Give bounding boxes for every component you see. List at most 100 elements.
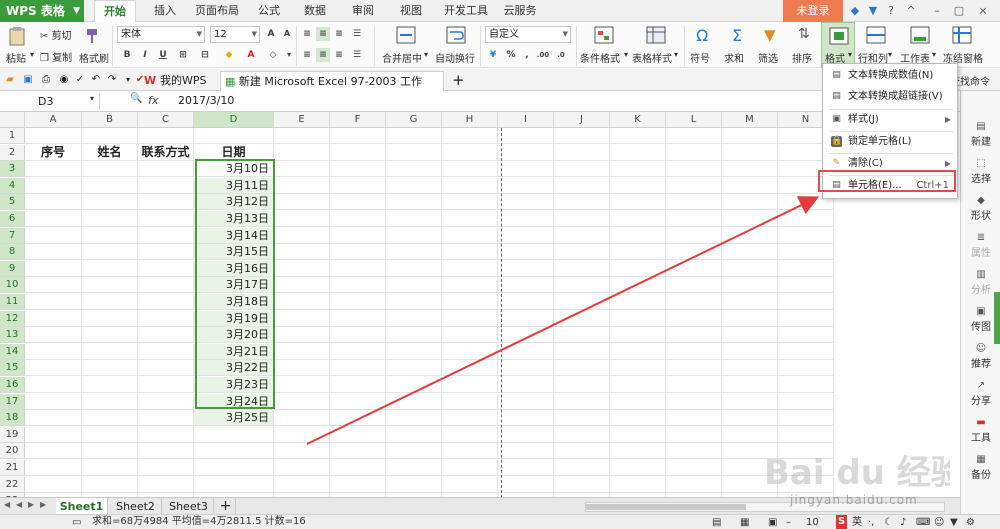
column-header-b[interactable]: B [82, 112, 138, 128]
cell-a5[interactable] [25, 194, 82, 211]
cell-i14[interactable] [498, 343, 554, 360]
minimize-icon[interactable]: – [930, 4, 944, 18]
cell-k5[interactable] [610, 194, 666, 211]
cell-h17[interactable] [442, 393, 498, 410]
cell-n11[interactable] [778, 294, 834, 310]
cell-k9[interactable] [610, 260, 666, 277]
cell-f17[interactable] [330, 393, 386, 410]
cell-k22[interactable] [610, 476, 666, 493]
cell-j12[interactable] [554, 310, 610, 327]
panel-item-share[interactable]: ↗ 分享 [961, 378, 1000, 414]
cell-a14[interactable] [25, 343, 82, 360]
border-icon[interactable]: ⊞ [176, 48, 190, 62]
cell-i11[interactable] [498, 294, 554, 310]
sigma-icon[interactable]: Σ [732, 26, 742, 45]
panel-item-tools[interactable]: ▬ 工具 [961, 415, 1000, 451]
scrollbar-thumb[interactable] [586, 504, 746, 510]
cell-f11[interactable] [330, 294, 386, 310]
menu-item-lock-cell[interactable]: 🔒 锁定单元格(L) [823, 132, 957, 152]
chevron-down-icon[interactable]: ▾ [624, 50, 628, 59]
align-right-icon[interactable]: ≡ [332, 48, 346, 62]
cell-n19[interactable] [778, 426, 834, 443]
column-header-c[interactable]: C [138, 112, 194, 128]
cell-h21[interactable] [442, 460, 498, 476]
cell-n9[interactable] [778, 260, 834, 277]
cell-k8[interactable] [610, 244, 666, 261]
cell-d11[interactable]: 3月18日 [194, 294, 274, 310]
merge-center-button[interactable]: 合并居中 [382, 50, 422, 65]
format-dropdown-button[interactable]: 格式 ▾ [821, 22, 855, 68]
shirt-icon[interactable]: ▼ [950, 516, 958, 529]
tab-review[interactable]: 审阅 [348, 0, 378, 22]
cut-button[interactable]: ✂ 剪切 [40, 27, 72, 42]
sheet-nav-next-icon[interactable]: ▶ [28, 500, 34, 509]
cell-d1[interactable] [194, 128, 274, 144]
cell-k1[interactable] [610, 128, 666, 144]
cell-c12[interactable] [138, 310, 194, 327]
menu-item-format-cells[interactable]: ▤ 单元格(E)... Ctrl+1 [823, 176, 957, 196]
cell-b14[interactable] [82, 343, 138, 360]
bold-button[interactable]: B [120, 48, 134, 62]
cell-n14[interactable] [778, 343, 834, 360]
cell-g14[interactable] [386, 343, 442, 360]
settings-icon[interactable]: ⚙ [966, 516, 975, 529]
cell-f15[interactable] [330, 360, 386, 377]
cell-e7[interactable] [274, 227, 330, 244]
cell-b11[interactable] [82, 294, 138, 310]
cell-g4[interactable] [386, 177, 442, 194]
cell-e17[interactable] [274, 393, 330, 410]
row-header[interactable]: 14 [0, 343, 25, 360]
cell-b7[interactable] [82, 227, 138, 244]
chevron-down-icon[interactable]: ▾ [424, 50, 428, 59]
cell-e18[interactable] [274, 410, 330, 427]
cell-m12[interactable] [722, 310, 778, 327]
row-header[interactable]: 17 [0, 393, 25, 410]
cell-n13[interactable] [778, 327, 834, 344]
row-header[interactable]: 12 [0, 310, 25, 327]
cell-e8[interactable] [274, 244, 330, 261]
row-header[interactable]: 19 [0, 426, 25, 443]
cell-c15[interactable] [138, 360, 194, 377]
cell-h3[interactable] [442, 161, 498, 178]
merge-center-icon[interactable] [396, 26, 416, 44]
cell-m6[interactable] [722, 211, 778, 227]
cell-b20[interactable] [82, 443, 138, 460]
cell-e14[interactable] [274, 343, 330, 360]
cell-j8[interactable] [554, 244, 610, 261]
currency-icon[interactable]: ¥ [486, 48, 500, 62]
cell-b3[interactable] [82, 161, 138, 178]
cell-f2[interactable] [330, 144, 386, 161]
cell-a1[interactable] [25, 128, 82, 144]
cell-g18[interactable] [386, 410, 442, 427]
cell-h19[interactable] [442, 426, 498, 443]
tab-current-workbook[interactable]: ▦ 新建 Microsoft Excel 97-2003 工作表.xls * [220, 71, 444, 108]
cell-n8[interactable] [778, 244, 834, 261]
cell-l9[interactable] [666, 260, 722, 277]
cell-h22[interactable] [442, 476, 498, 493]
cell-d10[interactable]: 3月17日 [194, 277, 274, 294]
up-arrow-icon[interactable]: ^ [904, 4, 918, 18]
cell-i18[interactable] [498, 410, 554, 427]
cell-n22[interactable] [778, 476, 834, 493]
cell-e21[interactable] [274, 460, 330, 476]
justify-icon[interactable]: ☰ [350, 48, 364, 62]
cell-b9[interactable] [82, 260, 138, 277]
cell-b19[interactable] [82, 426, 138, 443]
tab-insert[interactable]: 插入 [150, 0, 180, 22]
cell-g13[interactable] [386, 327, 442, 344]
cell-c22[interactable] [138, 476, 194, 493]
row-header[interactable]: 16 [0, 377, 25, 393]
help-icon[interactable]: ? [884, 4, 898, 18]
save-icon[interactable]: ▣ [22, 74, 34, 86]
cell-h7[interactable] [442, 227, 498, 244]
align-bottom-icon[interactable]: ≡ [332, 27, 346, 41]
user-icon[interactable]: ☺ [934, 516, 944, 529]
cell-d15[interactable]: 3月22日 [194, 360, 274, 377]
cell-a6[interactable] [25, 211, 82, 227]
page-break-view-icon[interactable]: ▣ [768, 516, 777, 529]
cell-g8[interactable] [386, 244, 442, 261]
cell-m3[interactable] [722, 161, 778, 178]
tab-view[interactable]: 视图 [396, 0, 426, 22]
tab-formulas[interactable]: 公式 [254, 0, 284, 22]
cell-k20[interactable] [610, 443, 666, 460]
